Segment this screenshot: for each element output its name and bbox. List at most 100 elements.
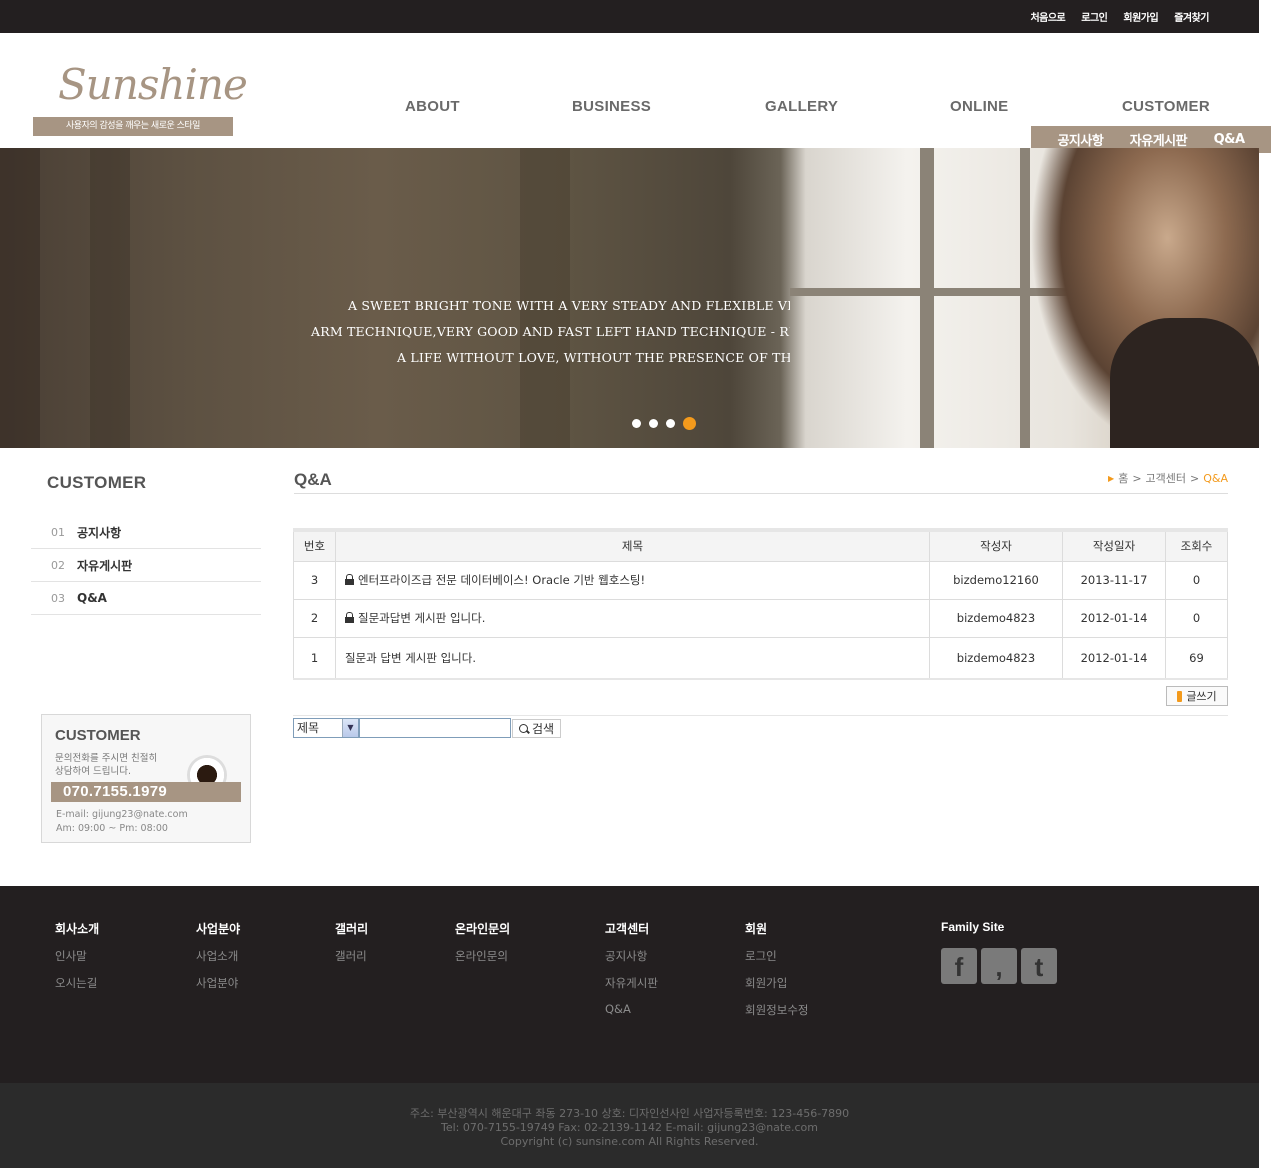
row-date: 2012-01-14	[1062, 636, 1166, 680]
footer-link[interactable]: 사업소개	[196, 948, 240, 964]
chevron-down-icon: ▼	[342, 719, 358, 737]
chevron-right-icon: >	[1190, 471, 1200, 485]
row-writer: bizdemo12160	[929, 560, 1063, 600]
cs-email: E-mail: gijung23@nate.com	[56, 809, 188, 820]
lock-icon	[345, 574, 354, 585]
sidebar-item-num: 01	[51, 525, 65, 539]
top-link-bookmark[interactable]: 즐겨찾기	[1174, 9, 1209, 24]
sidebar-item-num: 02	[51, 558, 65, 572]
footer-link[interactable]: 자유게시판	[605, 975, 658, 991]
subnav-notice[interactable]: 공지사항	[1057, 130, 1103, 149]
write-button[interactable]: 글쓰기	[1166, 686, 1228, 706]
breadcrumb-home[interactable]: 홈	[1118, 470, 1128, 486]
footer-col-online: 온라인문의 온라인문의	[455, 920, 510, 975]
breadcrumb-customer[interactable]: 고객센터	[1146, 470, 1186, 486]
table-row: 2 질문과답변 게시판 입니다. bizdemo4823 2012-01-14 …	[293, 598, 1228, 638]
nav-online[interactable]: ONLINE	[950, 98, 1008, 115]
row-writer: bizdemo4823	[929, 598, 1063, 638]
breadcrumb-current: Q&A	[1203, 471, 1228, 485]
sidebar-menu: 01 공지사항 02 자유게시판 03 Q&A	[31, 516, 261, 615]
footer-link[interactable]: 오시는길	[55, 975, 99, 991]
footer-link[interactable]: 온라인문의	[455, 948, 510, 964]
sidebar-item-label: Q&A	[77, 591, 107, 605]
row-views: 0	[1165, 598, 1228, 638]
nav-gallery[interactable]: GALLERY	[765, 98, 838, 115]
slide-dot-1[interactable]	[632, 419, 641, 428]
footer-link[interactable]: 인사말	[55, 948, 99, 964]
breadcrumb: ▶ 홈 > 고객센터 > Q&A	[1108, 470, 1228, 486]
footer-col-company: 회사소개 인사말 오시는길	[55, 920, 99, 1002]
table-row: 3 엔터프라이즈급 전문 데이터베이스! Oracle 기반 웹호스팅! biz…	[293, 560, 1228, 600]
family-site-title: Family Site	[941, 920, 1005, 934]
cs-hours: Am: 09:00 ~ Pm: 08:00	[56, 823, 168, 834]
slide-dot-4[interactable]	[683, 417, 696, 430]
row-subject-link[interactable]: 질문과답변 게시판 입니다.	[335, 598, 930, 638]
footer-copyright: Copyright (c) sunsine.com All Rights Res…	[500, 1135, 759, 1148]
footer-col-gallery: 갤러리 갤러리	[335, 920, 368, 975]
row-subject-link[interactable]: 엔터프라이즈급 전문 데이터베이스! Oracle 기반 웹호스팅!	[335, 560, 930, 600]
main-nav: ABOUT BUSINESS GALLERY ONLINE CUSTOMER	[0, 98, 1259, 118]
top-link-home[interactable]: 처음으로	[1030, 9, 1065, 24]
cs-description: 문의전화를 주시면 친절히 상담하여 드립니다.	[55, 753, 158, 777]
footer-link[interactable]: 회원정보수정	[745, 1002, 808, 1018]
sidebar-item-label: 공지사항	[77, 525, 122, 540]
title-divider	[294, 493, 1228, 494]
search-input[interactable]	[359, 718, 511, 738]
row-num: 3	[293, 560, 336, 600]
banner-pillar	[90, 148, 130, 448]
blog-icon[interactable]: ,	[981, 948, 1017, 984]
top-link-join[interactable]: 회원가입	[1123, 9, 1158, 24]
footer-link[interactable]: 갤러리	[335, 948, 368, 964]
footer-col-title: 사업분야	[196, 922, 241, 936]
row-writer: bizdemo4823	[929, 636, 1063, 680]
nav-about[interactable]: ABOUT	[405, 98, 460, 115]
slide-indicators	[632, 417, 696, 430]
sidebar-item-qna[interactable]: 03 Q&A	[31, 582, 261, 615]
subnav-qna[interactable]: Q&A	[1214, 132, 1245, 147]
slide-dot-2[interactable]	[649, 419, 658, 428]
sidebar-title: CUSTOMER	[47, 473, 147, 492]
search-field-value: 제목	[297, 721, 320, 735]
family-site: Family Site f , t	[941, 920, 1057, 984]
search-icon	[518, 724, 528, 733]
slide-dot-3[interactable]	[666, 419, 675, 428]
footer-link[interactable]: 회원가입	[745, 975, 808, 991]
row-views: 69	[1165, 636, 1228, 680]
write-label: 글쓰기	[1186, 690, 1217, 703]
row-date: 2012-01-14	[1062, 598, 1166, 638]
customer-service-box: CUSTOMER 문의전화를 주시면 친절히 상담하여 드립니다. 070.71…	[41, 714, 251, 843]
nav-business[interactable]: BUSINESS	[572, 98, 651, 115]
search-button[interactable]: 검색	[512, 719, 561, 738]
table-header-row: 번호 제목 작성자 작성일자 조회수	[293, 529, 1228, 562]
footer-link[interactable]: 사업분야	[196, 975, 240, 991]
row-subject: 질문과 답변 게시판 입니다.	[345, 650, 477, 665]
col-views: 조회수	[1165, 529, 1228, 562]
banner-woman-image	[1030, 148, 1259, 448]
sidebar-item-notice[interactable]: 01 공지사항	[31, 516, 261, 549]
sidebar-item-freeboard[interactable]: 02 자유게시판	[31, 549, 261, 582]
table-row: 1 질문과 답변 게시판 입니다. bizdemo4823 2012-01-14…	[293, 636, 1228, 680]
twitter-icon[interactable]: t	[1021, 948, 1057, 984]
footer-link[interactable]: 공지사항	[605, 948, 658, 964]
subnav-freeboard[interactable]: 자유게시판	[1130, 130, 1188, 149]
footer-col-title: 회사소개	[55, 922, 100, 936]
nav-customer[interactable]: CUSTOMER	[1122, 98, 1210, 115]
top-link-login[interactable]: 로그인	[1081, 9, 1108, 24]
footer-contact: Tel: 070-7155-19749 Fax: 02-2139-1142 E-…	[441, 1121, 818, 1134]
facebook-icon[interactable]: f	[941, 948, 977, 984]
copyright: 주소: 부산광역시 해운대구 좌동 273-10 상호: 디자인선사인 사업자등…	[0, 1083, 1259, 1168]
row-num: 2	[293, 598, 336, 638]
row-date: 2013-11-17	[1062, 560, 1166, 600]
qna-board-table: 번호 제목 작성자 작성일자 조회수 3 엔터프라이즈급 전문 데이터베이스! …	[293, 528, 1228, 680]
footer-link[interactable]: Q&A	[605, 1002, 658, 1016]
page-title: Q&A	[294, 470, 332, 489]
cs-contact: E-mail: gijung23@nate.com Am: 09:00 ~ Pm…	[56, 808, 188, 836]
top-links: 처음으로 로그인 회원가입 즐겨찾기	[1030, 9, 1209, 24]
footer-link[interactable]: 로그인	[745, 948, 808, 964]
row-subject-link[interactable]: 질문과 답변 게시판 입니다.	[335, 636, 930, 680]
cs-phone: 070.7155.1979	[51, 782, 241, 802]
search-field-select[interactable]: 제목 ▼	[293, 718, 359, 738]
pencil-icon	[1177, 690, 1183, 702]
search-button-label: 검색	[531, 722, 555, 736]
footer-address: 주소: 부산광역시 해운대구 좌동 273-10 상호: 디자인선사인 사업자등…	[409, 1107, 850, 1120]
